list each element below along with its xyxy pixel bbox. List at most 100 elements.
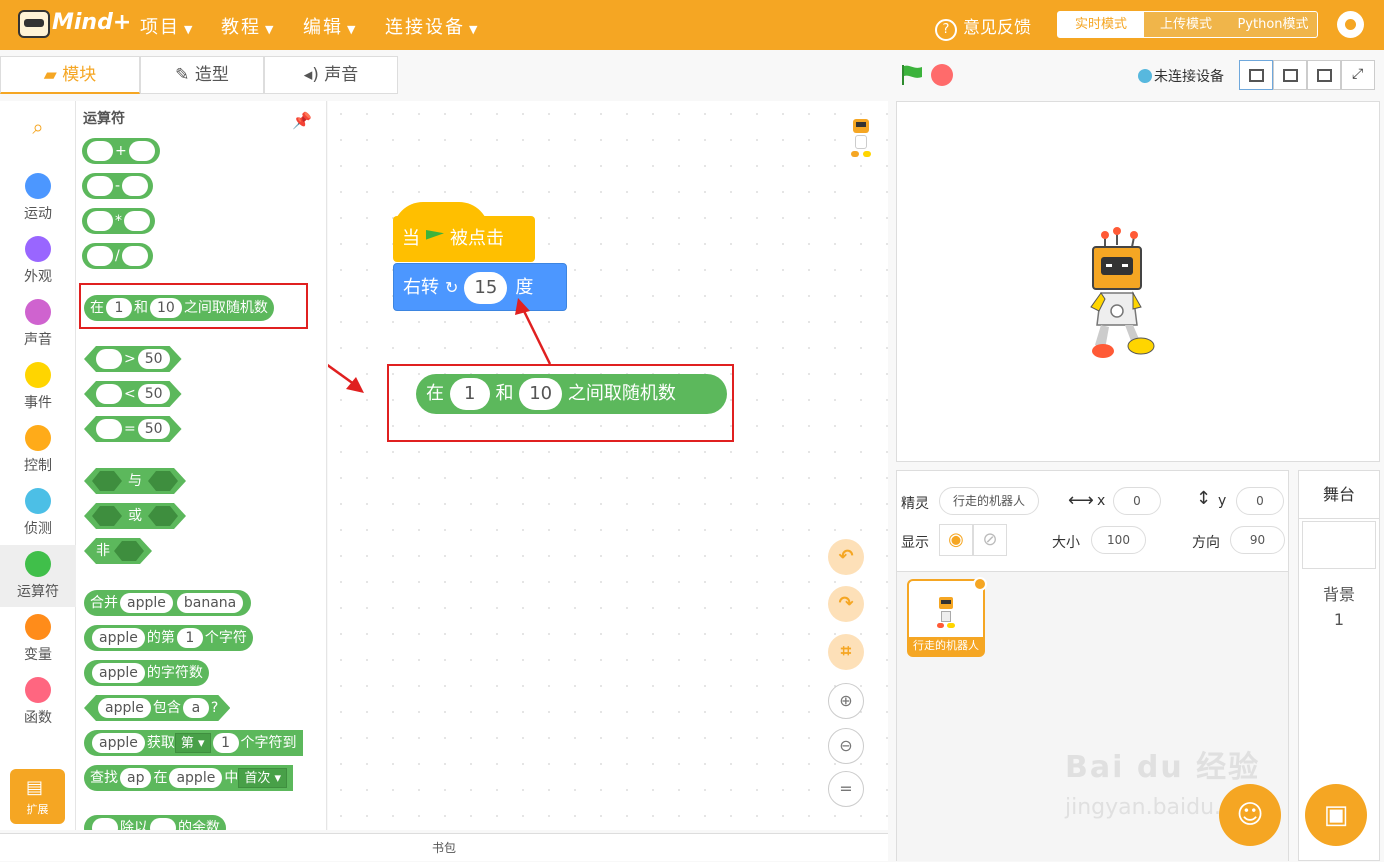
substr-index-slot[interactable]: 1 bbox=[212, 733, 239, 753]
mod-b-slot[interactable] bbox=[150, 818, 176, 830]
zoom-in-button[interactable]: ⊕ bbox=[828, 683, 864, 719]
add-left-slot[interactable] bbox=[87, 141, 113, 161]
mode-realtime[interactable]: 实时模式 bbox=[1058, 12, 1144, 37]
letter-str-slot[interactable]: apple bbox=[92, 628, 145, 648]
category-control[interactable]: 控制 bbox=[0, 419, 76, 481]
contains-str-slot[interactable]: apple bbox=[98, 698, 151, 718]
x-input[interactable]: 0 bbox=[1113, 487, 1161, 515]
join-block[interactable]: 合并 apple banana bbox=[84, 590, 252, 616]
multiply-block[interactable]: * bbox=[82, 208, 155, 234]
find-dropdown[interactable]: 首次 ▾ bbox=[238, 768, 288, 788]
menu-edit[interactable]: 编辑 ▼ bbox=[303, 13, 357, 39]
add-right-slot[interactable] bbox=[128, 141, 155, 161]
substr-dropdown[interactable]: 第 ▾ bbox=[174, 733, 211, 753]
sub-right-slot[interactable] bbox=[122, 176, 149, 196]
and-left-slot[interactable] bbox=[92, 471, 122, 491]
layout-hide-stage-button[interactable] bbox=[1307, 60, 1341, 90]
subtract-block[interactable]: - bbox=[82, 173, 154, 199]
gt-right-slot[interactable]: 50 bbox=[138, 349, 170, 369]
not-slot[interactable] bbox=[114, 541, 144, 561]
show-visible-button[interactable]: ◉ bbox=[939, 524, 973, 556]
menu-connect-device[interactable]: 连接设备 ▼ bbox=[385, 13, 479, 39]
ws-random-max-input[interactable]: 10 bbox=[519, 378, 563, 410]
ws-random-min-input[interactable]: 1 bbox=[449, 378, 490, 410]
mode-python[interactable]: Python模式 bbox=[1228, 12, 1318, 37]
backpack-bar[interactable]: 书包 bbox=[0, 833, 888, 861]
turn-right-block[interactable]: 右转 ↻ 15 度 bbox=[393, 263, 567, 311]
category-functions[interactable]: 函数 bbox=[0, 671, 76, 733]
join-b-slot[interactable]: banana bbox=[176, 593, 244, 613]
or-right-slot[interactable] bbox=[148, 506, 178, 526]
join-a-slot[interactable]: apple bbox=[120, 593, 173, 613]
delete-sprite-icon[interactable] bbox=[973, 577, 987, 591]
settings-gear-icon[interactable] bbox=[1337, 11, 1364, 38]
zoom-reset-button[interactable]: = bbox=[828, 771, 864, 807]
substring-block[interactable]: apple 获取第 ▾ 1 个字符到 bbox=[84, 730, 303, 756]
category-motion[interactable]: 运动 bbox=[0, 167, 76, 229]
category-sensing[interactable]: 侦测 bbox=[0, 482, 76, 544]
mul-right-slot[interactable] bbox=[124, 211, 150, 231]
contains-sub-slot[interactable]: a bbox=[183, 698, 209, 718]
mul-left-slot[interactable] bbox=[87, 211, 113, 231]
and-block[interactable]: 与 bbox=[84, 468, 186, 494]
length-str-slot[interactable]: apple bbox=[92, 663, 145, 683]
robot-sprite-icon[interactable] bbox=[1087, 227, 1157, 362]
redo-button[interactable]: ↷ bbox=[828, 586, 864, 622]
sprite-name-input[interactable]: 行走的机器人 bbox=[939, 487, 1039, 515]
random-max-slot[interactable]: 10 bbox=[150, 298, 182, 318]
mindplus-logo[interactable]: Mind+ bbox=[16, 8, 131, 42]
mod-a-slot[interactable] bbox=[92, 818, 118, 830]
menu-tutorial[interactable]: 教程 ▼ bbox=[221, 13, 275, 39]
letter-of-block[interactable]: apple 的第 1 个字符 bbox=[84, 625, 253, 651]
pin-icon[interactable]: 📌 bbox=[292, 111, 312, 131]
stop-icon[interactable] bbox=[931, 64, 953, 86]
lt-left-slot[interactable] bbox=[96, 384, 122, 404]
choose-sprite-button[interactable]: ☺ bbox=[1219, 784, 1281, 846]
eq-left-slot[interactable] bbox=[96, 419, 122, 439]
category-looks[interactable]: 外观 bbox=[0, 230, 76, 292]
menu-project[interactable]: 项目 ▼ bbox=[140, 13, 194, 39]
eq-right-slot[interactable]: 50 bbox=[138, 419, 170, 439]
or-left-slot[interactable] bbox=[92, 506, 122, 526]
find-sub-slot[interactable]: ap bbox=[120, 768, 152, 788]
div-left-slot[interactable] bbox=[87, 246, 113, 266]
substr-str-slot[interactable]: apple bbox=[92, 733, 145, 753]
extensions-button[interactable]: ▤ 扩展 bbox=[10, 769, 65, 824]
layout-normal-stage-button[interactable] bbox=[1273, 60, 1307, 90]
equals-block[interactable]: = 50 bbox=[84, 416, 182, 442]
green-flag-icon[interactable] bbox=[900, 64, 924, 86]
choose-backdrop-button[interactable]: ▣ bbox=[1305, 784, 1367, 846]
contains-block[interactable]: apple 包含 a? bbox=[84, 695, 230, 721]
category-variables[interactable]: 变量 bbox=[0, 608, 76, 670]
undo-button[interactable]: ↶ bbox=[828, 539, 864, 575]
div-right-slot[interactable] bbox=[121, 246, 148, 266]
category-operators[interactable]: 运算符 bbox=[0, 545, 76, 607]
not-block[interactable]: 非 bbox=[84, 538, 152, 564]
tab-blocks[interactable]: ▰ 模块 bbox=[0, 56, 140, 94]
when-flag-clicked-block[interactable]: 当 被点击 bbox=[393, 202, 535, 264]
feedback-button[interactable]: ? 意见反馈 bbox=[935, 13, 1031, 41]
random-min-slot[interactable]: 1 bbox=[106, 298, 132, 318]
gt-left-slot[interactable] bbox=[96, 349, 122, 369]
y-input[interactable]: 0 bbox=[1236, 487, 1284, 515]
find-str-slot[interactable]: apple bbox=[169, 768, 223, 788]
cleanup-button[interactable]: ⌗ bbox=[828, 634, 864, 670]
sprite-thumbnail[interactable]: 行走的机器人 bbox=[907, 577, 987, 657]
tab-sounds[interactable]: ◂) 声音 bbox=[264, 56, 398, 94]
script-workspace[interactable]: 当 被点击 右转 ↻ 15 度 在 1 和 10 之间取随机数 ↶ ↷ ⌗ ⊕ ⊖ = bbox=[328, 101, 888, 830]
stage-thumbnail[interactable] bbox=[1302, 521, 1376, 569]
lt-right-slot[interactable]: 50 bbox=[138, 384, 170, 404]
show-hidden-button[interactable]: ⊘ bbox=[973, 524, 1007, 556]
sub-left-slot[interactable] bbox=[87, 176, 113, 196]
mod-block[interactable]: 除以 的余数 bbox=[84, 815, 226, 830]
or-block[interactable]: 或 bbox=[84, 503, 186, 529]
layout-small-stage-button[interactable] bbox=[1239, 60, 1273, 90]
greater-than-block[interactable]: >50 bbox=[84, 346, 182, 372]
zoom-out-button[interactable]: ⊖ bbox=[828, 728, 864, 764]
random-block-workspace[interactable]: 在 1 和 10 之间取随机数 bbox=[416, 374, 727, 414]
category-events[interactable]: 事件 bbox=[0, 356, 76, 418]
fullscreen-button[interactable]: ⤢ bbox=[1341, 60, 1375, 90]
size-input[interactable]: 100 bbox=[1091, 526, 1146, 554]
length-block[interactable]: apple 的字符数 bbox=[84, 660, 209, 686]
turn-degrees-input[interactable]: 15 bbox=[464, 272, 508, 304]
